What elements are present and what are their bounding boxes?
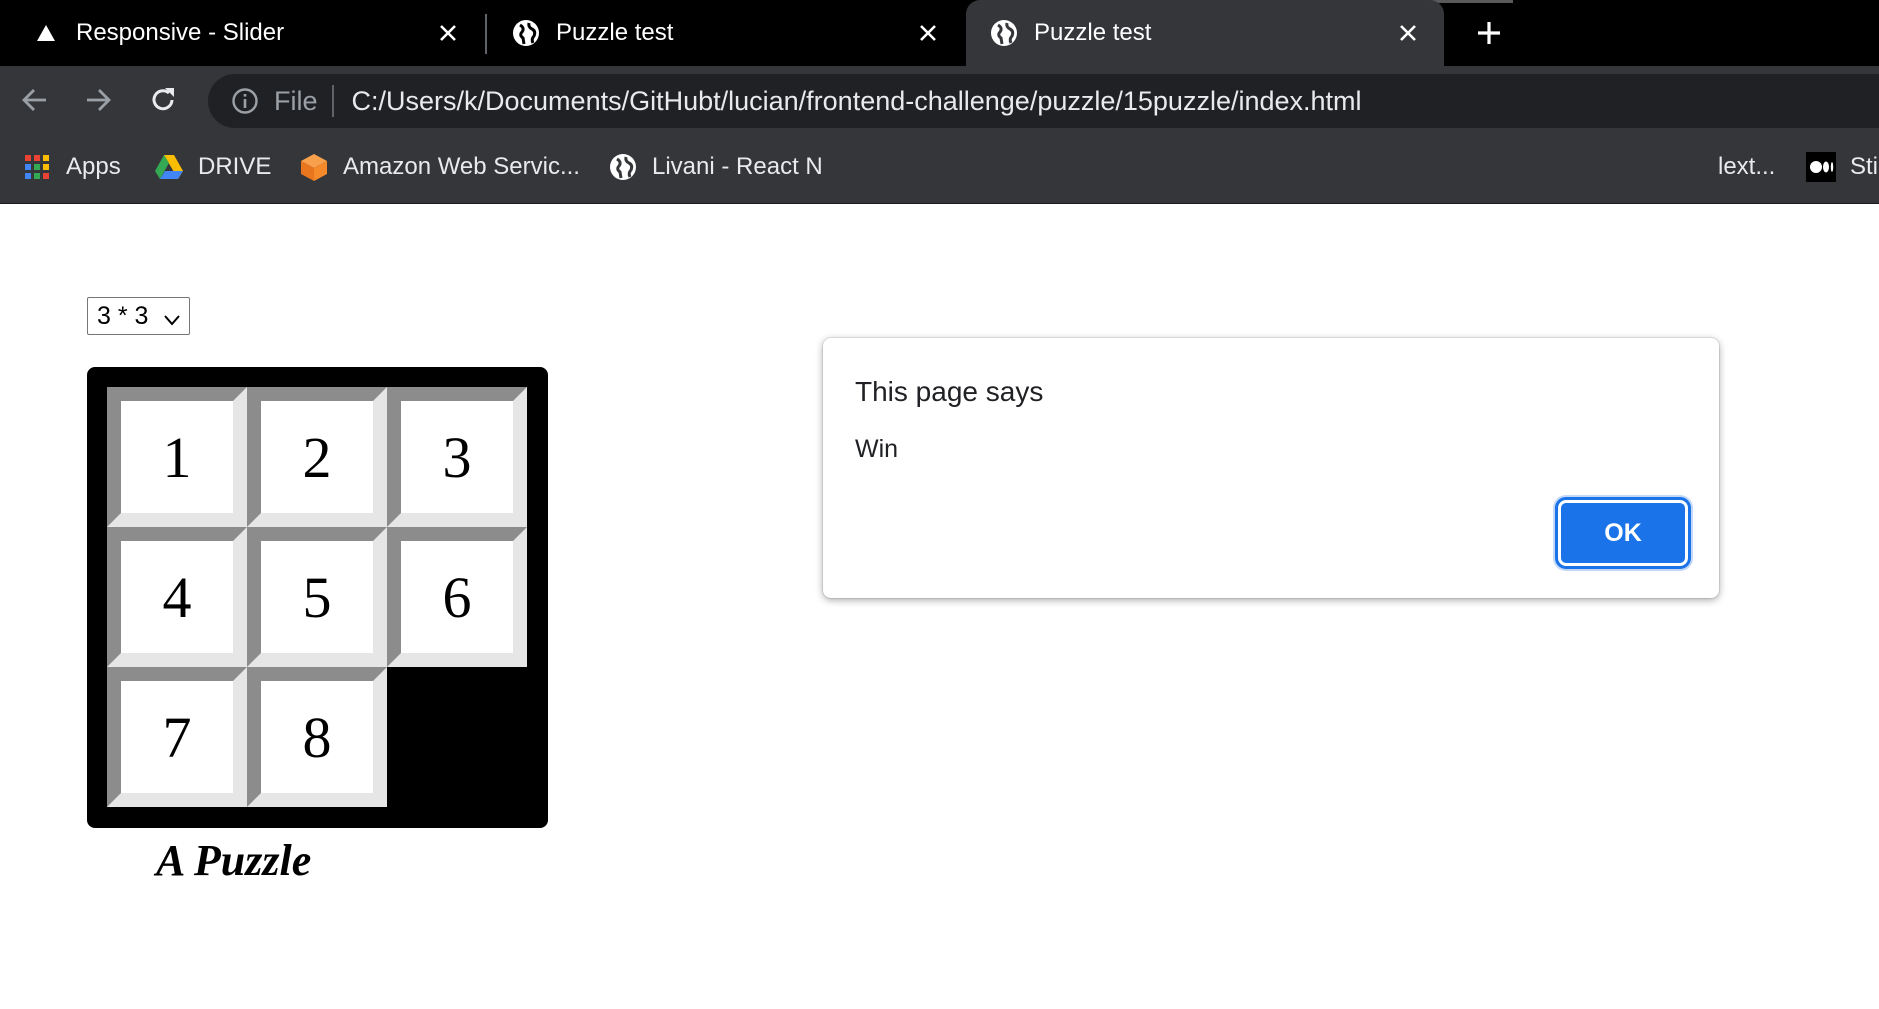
close-icon[interactable]	[1390, 15, 1426, 51]
medium-icon	[1806, 152, 1836, 182]
chevron-down-icon	[163, 307, 181, 336]
puzzle-board: 1 2 3 4 5 6 7 8	[87, 367, 548, 828]
bookmark-label: Sti	[1850, 153, 1879, 180]
puzzle-tile[interactable]: 4	[107, 527, 247, 667]
puzzle-tile[interactable]: 5	[247, 527, 387, 667]
scheme-label: File	[274, 85, 318, 116]
bookmark-apps[interactable]: Apps	[22, 134, 121, 200]
bookmark-label: Apps	[66, 153, 121, 180]
tab-puzzle-test-1[interactable]: Puzzle test	[488, 0, 964, 66]
page-content: 3 * 3 1 2 3 4 5 6 7 8 A Puzzle This page…	[0, 205, 1879, 1009]
tab-title: Puzzle test	[556, 19, 674, 46]
bookmark-label: lext...	[1718, 153, 1776, 180]
new-tab-button[interactable]	[1468, 12, 1510, 54]
puzzle-tile[interactable]: 3	[387, 387, 527, 527]
tab-strip: Responsive - Slider Puzzle test Puzzle t…	[0, 0, 1879, 66]
bookmark-drive[interactable]: DRIVE	[154, 134, 271, 200]
close-icon[interactable]	[430, 15, 466, 51]
puzzle-tile[interactable]: 7	[107, 667, 247, 807]
aws-cube-icon	[299, 152, 329, 182]
puzzle-tile[interactable]: 1	[107, 387, 247, 527]
bookmark-label: DRIVE	[198, 153, 272, 180]
bookmark-livani[interactable]: Livani - React N	[608, 134, 823, 200]
puzzle-tile[interactable]: 6	[387, 527, 527, 667]
dialog-message: Win	[855, 435, 899, 463]
arrow-left-icon	[22, 89, 46, 111]
forward-button[interactable]	[74, 76, 122, 124]
puzzle-tile[interactable]: 2	[247, 387, 387, 527]
globe-icon	[988, 17, 1020, 49]
bookmark-next[interactable]: lext...	[1718, 134, 1775, 200]
puzzle-tile[interactable]: 8	[247, 667, 387, 807]
bookmark-label: Livani - React N	[652, 153, 823, 180]
globe-icon	[510, 17, 542, 49]
size-select-value: 3 * 3	[97, 301, 149, 330]
browser-toolbar: File C:/Users/k/Documents/GitHubt/lucian…	[0, 66, 1879, 134]
address-bar[interactable]: File C:/Users/k/Documents/GitHubt/lucian…	[208, 74, 1879, 128]
plus-icon	[1478, 22, 1500, 44]
bookmark-medium[interactable]: Sti	[1806, 134, 1878, 200]
tab-puzzle-test-active[interactable]: Puzzle test	[966, 0, 1444, 66]
arrow-right-icon	[87, 89, 111, 111]
bookmarks-bar: Apps DRIVE Amazon Web Servic... Livani -…	[0, 134, 1879, 204]
ok-button[interactable]: OK	[1555, 497, 1691, 569]
puzzle-caption: A Puzzle	[156, 836, 312, 885]
bookmark-aws[interactable]: Amazon Web Servic...	[299, 134, 580, 200]
back-button[interactable]	[11, 76, 59, 124]
url-text[interactable]: C:/Users/k/Documents/GitHubt/lucian/fron…	[352, 86, 1362, 117]
tab-responsive-slider[interactable]: Responsive - Slider	[0, 0, 484, 66]
alert-dialog: This page says Win OK	[823, 338, 1719, 598]
tab-title: Puzzle test	[1034, 19, 1152, 46]
tab-title: Responsive - Slider	[76, 19, 285, 46]
reload-icon	[152, 88, 174, 111]
puzzle-size-select[interactable]: 3 * 3	[87, 297, 190, 335]
close-icon[interactable]	[910, 15, 946, 51]
bookmark-label: Amazon Web Servic...	[343, 153, 580, 180]
info-icon[interactable]	[230, 86, 260, 116]
tab-separator	[485, 14, 487, 54]
reload-button[interactable]	[139, 76, 187, 124]
dialog-title: This page says	[855, 376, 1044, 407]
globe-icon	[608, 152, 638, 182]
google-drive-icon	[154, 152, 184, 182]
drive-triangle-icon	[30, 17, 62, 49]
apps-grid-icon	[22, 152, 52, 182]
address-divider	[331, 85, 334, 117]
